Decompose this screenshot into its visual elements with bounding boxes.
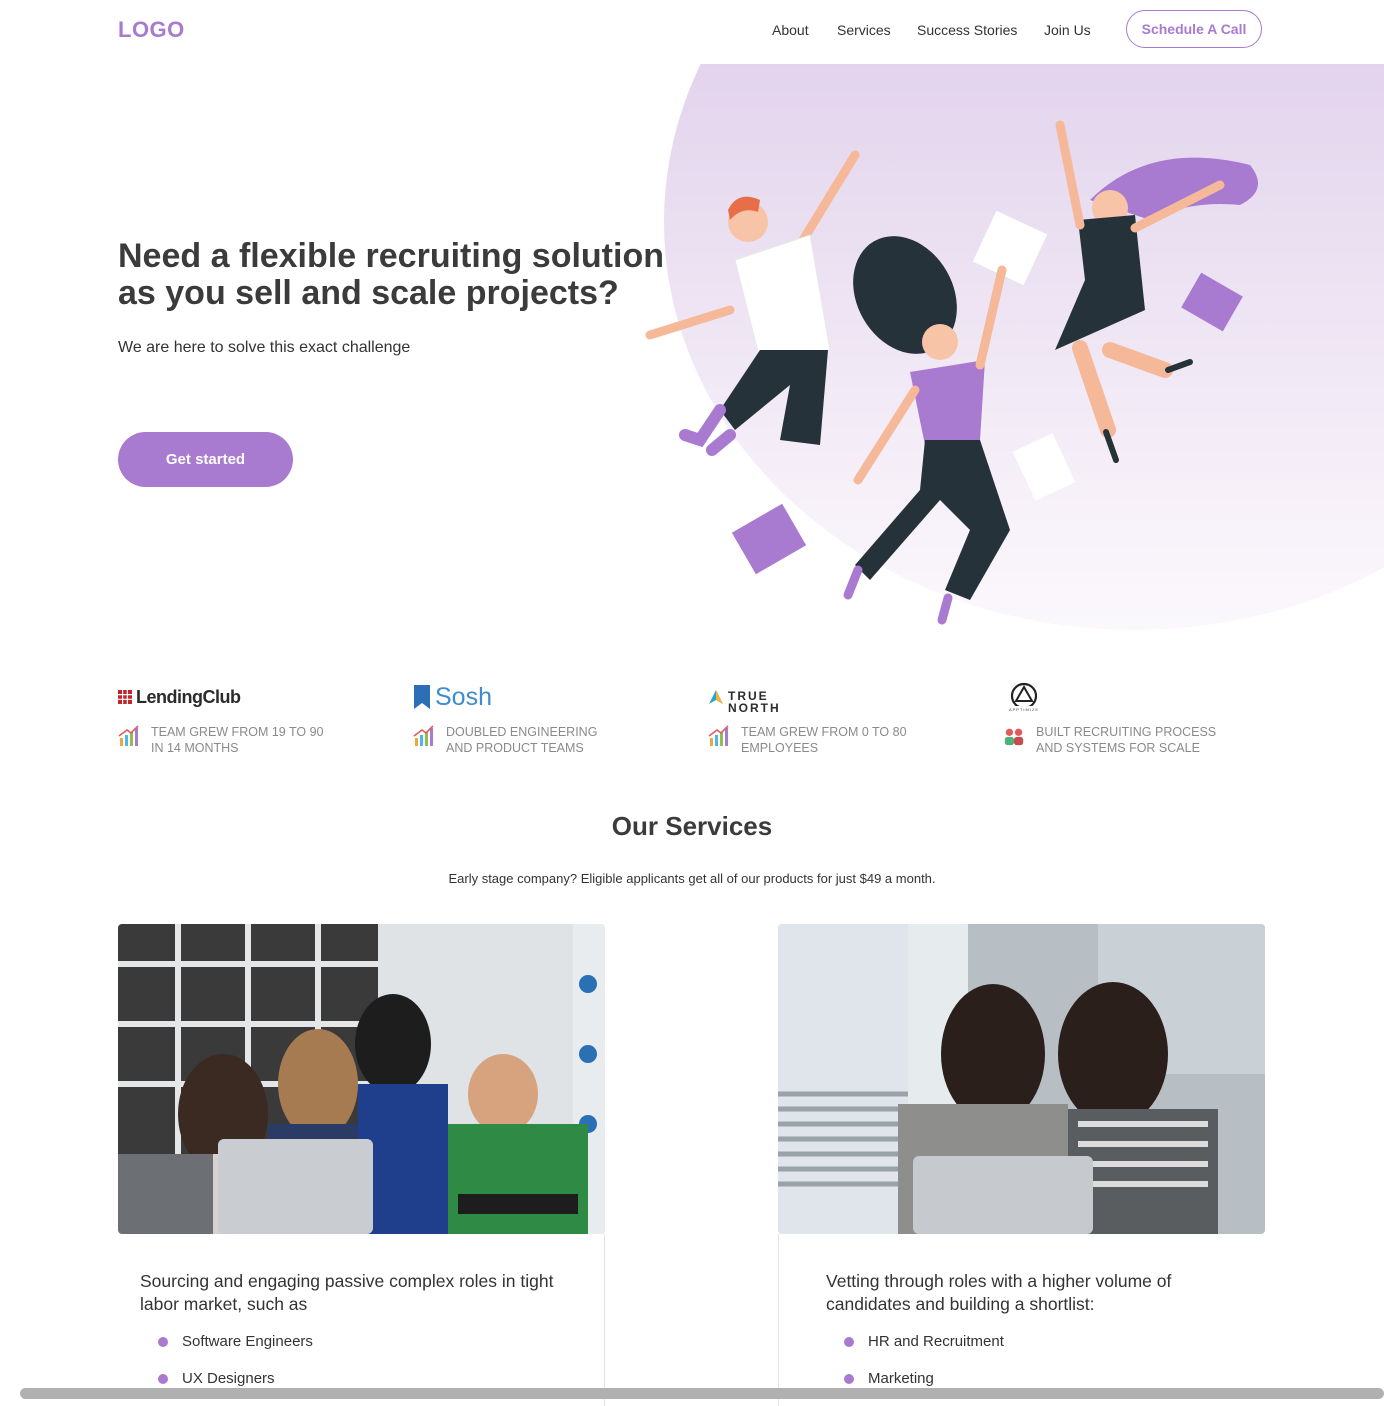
list-item: Software Engineers <box>158 1330 313 1367</box>
jumping-woman-center-figure <box>843 236 1010 625</box>
story-text-line-2: AND SYSTEMS FOR SCALE <box>1036 741 1200 755</box>
book-icon <box>731 503 807 575</box>
story-text-line-2: AND PRODUCT TEAMS <box>446 741 584 755</box>
growth-chart-icon <box>118 725 139 746</box>
services-title: Our Services <box>611 811 773 841</box>
logo[interactable]: LOGO <box>118 17 185 43</box>
service-card-description: Vetting through roles with a higher volu… <box>826 1271 1172 1314</box>
horizontal-scrollbar[interactable] <box>20 1388 1384 1399</box>
story-text-line-1: TEAM GREW FROM 0 TO 80 <box>741 725 907 739</box>
true-north-wordmark-line-2: NORTH <box>728 701 781 715</box>
book-icon <box>1181 272 1243 332</box>
apptimize-wordmark: APPTIMIZE <box>1008 707 1040 712</box>
story-text-line-1: BUILT RECRUITING PROCESS <box>1036 725 1217 739</box>
two-women-laptop-photo <box>778 924 1265 1234</box>
story-true-north: TRUE NORTH TEAM GREW FROM 0 TO 80 EMPLOY… <box>708 676 968 766</box>
hero-title: Need a flexible recruiting solution as y… <box>118 238 718 312</box>
hero-title-line-1: Need a flexible recruiting solution <box>118 237 664 275</box>
true-north-logo: TRUE NORTH <box>708 682 781 715</box>
growth-chart-icon <box>708 725 729 746</box>
list-item-label: Marketing <box>868 1370 934 1387</box>
story-lendingclub: LendingClub TEAM GREW FROM 19 TO 90 IN 1… <box>118 676 378 766</box>
hero-subtitle: We are here to solve this exact challeng… <box>118 339 411 356</box>
header: LOGO About Services Success Stories Join… <box>0 0 1384 62</box>
card-divider <box>604 1234 605 1406</box>
lendingclub-logo: LendingClub <box>118 682 241 712</box>
team-people-icon <box>1004 728 1024 746</box>
lendingclub-grid-icon <box>118 690 132 704</box>
list-item-label: HR and Recruitment <box>868 1333 1004 1350</box>
lendingclub-wordmark: LendingClub <box>136 686 241 707</box>
service-card-vetting: Vetting through roles with a higher volu… <box>778 924 1265 1406</box>
story-text-line-2: EMPLOYEES <box>741 741 819 755</box>
apptimize-logo: APPTIMIZE <box>1003 682 1045 712</box>
service-card-sourcing: Sourcing and engaging passive complex ro… <box>118 924 605 1406</box>
list-item-label: Software Engineers <box>182 1333 313 1350</box>
nav-success-stories[interactable]: Success Stories <box>917 22 1017 38</box>
two-women-photo-illustration <box>778 924 1265 1234</box>
services-subtitle: Early stage company? Eligible applicants… <box>448 871 936 886</box>
nav-about[interactable]: About <box>772 22 809 38</box>
list-item-label: UX Designers <box>182 1370 275 1387</box>
get-started-button[interactable]: Get started <box>118 432 293 487</box>
sosh-wordmark: Sosh <box>435 682 492 711</box>
nav-services[interactable]: Services <box>837 22 891 38</box>
sosh-bookmark-icon <box>414 685 430 709</box>
list-item: HR and Recruitment <box>844 1330 1004 1367</box>
true-north-arrow-icon <box>709 690 723 704</box>
bullet-icon <box>844 1337 854 1347</box>
service-card-description: Sourcing and engaging passive complex ro… <box>140 1271 554 1314</box>
nav-join-us[interactable]: Join Us <box>1044 22 1091 38</box>
card-divider <box>778 1234 779 1406</box>
story-text-line-1: DOUBLED ENGINEERING <box>446 725 598 739</box>
schedule-call-button[interactable]: Schedule A Call <box>1126 10 1262 48</box>
story-text-line-2: IN 14 MONTHS <box>151 741 239 755</box>
hero-title-line-2: as you sell and scale projects? <box>118 274 619 312</box>
jumping-people-illustration <box>645 120 1258 625</box>
story-text: TEAM GREW FROM 0 TO 80 EMPLOYEES <box>741 724 971 756</box>
story-text: TEAM GREW FROM 19 TO 90 IN 14 MONTHS <box>151 724 381 756</box>
apptimize-triangle-icon <box>1010 682 1038 706</box>
story-text-line-1: TEAM GREW FROM 19 TO 90 <box>151 725 324 739</box>
team-photo-illustration <box>118 924 605 1234</box>
story-sosh: Sosh DOUBLED ENGINEERING AND PRODUCT TEA… <box>413 676 673 766</box>
bullet-icon <box>844 1374 854 1384</box>
bullet-icon <box>158 1337 168 1347</box>
team-laptop-photo <box>118 924 605 1234</box>
story-apptimize: APPTIMIZE BUILT RECRUITING PROCESS AND S… <box>1003 676 1263 766</box>
sosh-logo: Sosh <box>413 682 492 712</box>
paper-icon <box>1012 433 1076 501</box>
story-text: DOUBLED ENGINEERING AND PRODUCT TEAMS <box>446 724 676 756</box>
bullet-icon <box>158 1374 168 1384</box>
success-stories-strip: LendingClub TEAM GREW FROM 19 TO 90 IN 1… <box>0 676 1384 766</box>
growth-chart-icon <box>413 725 434 746</box>
story-text: BUILT RECRUITING PROCESS AND SYSTEMS FOR… <box>1036 724 1266 756</box>
paper-icon <box>972 210 1048 286</box>
